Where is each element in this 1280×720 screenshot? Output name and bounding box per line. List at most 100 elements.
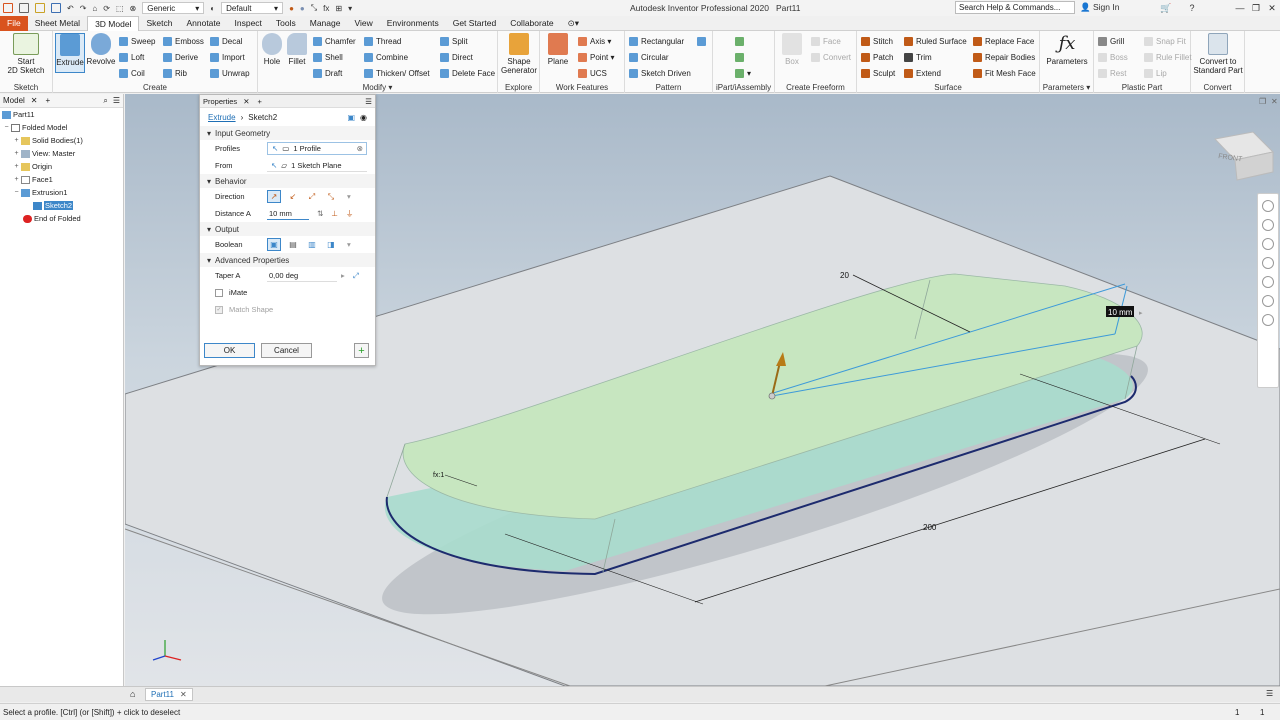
taper-input[interactable]: 0,00 deg xyxy=(267,269,337,282)
expand-icon[interactable]: + xyxy=(12,137,21,144)
section-output[interactable]: ▾ Output xyxy=(200,222,375,236)
distance-input[interactable]: 10 mm xyxy=(267,207,309,220)
view-face-icon[interactable] xyxy=(1262,276,1274,288)
tab-file[interactable]: File xyxy=(0,16,28,31)
save-icon[interactable] xyxy=(48,0,64,16)
steering-wheel-icon[interactable] xyxy=(1262,200,1274,212)
through-all-icon[interactable]: ⏚ xyxy=(346,208,354,219)
tree-item-solid-bodies[interactable]: + Solid Bodies(1) xyxy=(0,134,123,147)
input-arrow-icon[interactable]: ▸ xyxy=(1139,310,1143,317)
plane-button[interactable]: Plane xyxy=(544,33,572,66)
undo-icon[interactable]: ↶ xyxy=(64,0,77,16)
to-face-icon[interactable]: ⊥ xyxy=(331,209,338,218)
panel-label-parameters[interactable]: Parameters ▾ xyxy=(1040,83,1093,92)
tree-item-folded-model[interactable]: − Folded Model xyxy=(0,121,123,134)
rib-button[interactable]: Rib xyxy=(163,66,187,80)
color-icon[interactable]: ● xyxy=(286,0,297,16)
revolve-button[interactable]: Revolve xyxy=(86,33,116,66)
taper-arrow-icon[interactable]: ▸ xyxy=(341,271,345,280)
tree-item-sketch2[interactable]: Sketch2 xyxy=(0,199,123,212)
help-search-input[interactable]: Search Help & Commands... xyxy=(955,1,1075,14)
tab-collaborate[interactable]: Collaborate xyxy=(503,16,560,31)
properties-tab[interactable]: Properties xyxy=(203,97,237,106)
material-dropdown[interactable]: Generic ▾ xyxy=(142,2,205,14)
match-shape-checkbox[interactable]: ✓ xyxy=(215,305,223,314)
rest-button[interactable]: Rest xyxy=(1098,66,1126,80)
tab-sketch[interactable]: Sketch xyxy=(139,16,179,31)
ok-button[interactable]: OK xyxy=(204,343,255,358)
help-icon[interactable]: ? xyxy=(1184,0,1200,16)
sculpt-button[interactable]: Sculpt xyxy=(861,66,895,80)
grill-button[interactable]: Grill xyxy=(1098,34,1124,48)
tree-item-part[interactable]: Part11 xyxy=(0,108,123,121)
distance-options-icon[interactable]: ⇅ xyxy=(317,209,323,218)
distance-input-value[interactable]: 10 mm xyxy=(1108,308,1133,317)
measure-icon[interactable]: ⤡ xyxy=(308,0,320,16)
face-button[interactable]: Face xyxy=(811,34,841,48)
imate-checkbox[interactable] xyxy=(215,288,223,297)
doc-tab-part11[interactable]: Part11 ✕ xyxy=(145,688,193,701)
convert-freeform-button[interactable]: Convert xyxy=(811,50,851,64)
direction-default-button[interactable]: ↗ xyxy=(267,190,281,203)
ribbon-options-icon[interactable]: ⊙▾ xyxy=(561,16,586,31)
tab-3d-model[interactable]: 3D Model xyxy=(87,16,140,31)
tab-tools[interactable]: Tools xyxy=(269,16,303,31)
import-button[interactable]: Import xyxy=(210,50,245,64)
collapse-icon[interactable]: − xyxy=(2,124,11,131)
decal-button[interactable]: Decal xyxy=(210,34,242,48)
browser-tab-model[interactable]: Model xyxy=(3,96,25,105)
axis-button[interactable]: Axis ▾ xyxy=(578,34,611,48)
start-2d-sketch-button[interactable]: Start 2D Sketch xyxy=(4,33,48,75)
browser-search-icon[interactable]: ⌕ xyxy=(103,96,107,106)
look-at-icon[interactable] xyxy=(1262,314,1274,326)
boolean-more-icon[interactable]: ▾ xyxy=(347,240,351,249)
boolean-cut-button[interactable]: ▤ xyxy=(286,238,300,251)
section-advanced-properties[interactable]: ▾ Advanced Properties xyxy=(200,253,375,267)
sketch-driven-pattern-button[interactable]: Sketch Driven xyxy=(629,66,691,80)
select-icon[interactable]: ⬚ xyxy=(113,0,127,16)
close-window-icon[interactable]: ✕ xyxy=(1264,0,1280,16)
direction-symmetric-button[interactable]: ⤢ xyxy=(305,190,319,203)
fit-mesh-face-button[interactable]: Fit Mesh Face xyxy=(973,66,1036,80)
pan-icon[interactable] xyxy=(1262,219,1274,231)
ucs-button[interactable]: UCS xyxy=(578,66,607,80)
section-behavior[interactable]: ▾ Behavior xyxy=(200,174,375,188)
tab-manage[interactable]: Manage xyxy=(303,16,348,31)
fx-icon[interactable]: fx xyxy=(320,0,332,16)
tree-item-face1[interactable]: + Face1 xyxy=(0,173,123,186)
home-tab-icon[interactable]: ⌂ xyxy=(130,689,135,699)
draft-button[interactable]: Draft xyxy=(313,66,342,80)
hole-button[interactable]: Hole xyxy=(260,33,284,66)
extend-button[interactable]: Extend xyxy=(904,66,941,80)
profiles-selector[interactable]: ↖ ▭ 1 Profile ⊗ xyxy=(267,142,367,155)
tree-item-view-master[interactable]: + View: Master xyxy=(0,147,123,160)
clear-selection-icon[interactable]: ⊗ xyxy=(357,144,363,153)
browser-close-icon[interactable]: ✕ xyxy=(31,96,38,105)
visibility-eye-icon[interactable]: ◉ xyxy=(360,113,367,122)
repair-bodies-button[interactable]: Repair Bodies xyxy=(973,50,1035,64)
tab-inspect[interactable]: Inspect xyxy=(228,16,269,31)
from-selector[interactable]: ↖ ▱ 1 Sketch Plane xyxy=(267,159,367,172)
appearance-dropdown[interactable]: Default ▾ xyxy=(221,2,284,14)
boss-button[interactable]: Boss xyxy=(1098,50,1128,64)
section-input-geometry[interactable]: ▾ Input Geometry xyxy=(200,126,375,140)
circular-pattern-button[interactable]: Circular xyxy=(629,50,669,64)
sweep-button[interactable]: Sweep xyxy=(119,34,155,48)
direction-more-icon[interactable]: ▾ xyxy=(347,192,351,201)
boolean-join-button[interactable]: ▣ xyxy=(267,238,281,251)
properties-close-icon[interactable]: ✕ xyxy=(243,97,249,106)
zoom-all-icon[interactable] xyxy=(1262,295,1274,307)
command-name-link[interactable]: Extrude xyxy=(208,113,236,122)
convert-standard-part-button[interactable]: Convert to Standard Part xyxy=(1192,33,1244,75)
ipart-menu-button[interactable]: ▾ xyxy=(735,66,751,80)
fx-dimension-label[interactable]: fx:1 xyxy=(433,472,444,479)
browser-add-icon[interactable]: + xyxy=(46,96,51,105)
doc-tabs-menu-icon[interactable]: ☰ xyxy=(1266,689,1273,698)
thicken-offset-button[interactable]: Thicken/ Offset xyxy=(364,66,430,80)
zoom-icon[interactable] xyxy=(1262,238,1274,250)
coil-button[interactable]: Coil xyxy=(119,66,145,80)
replace-face-button[interactable]: Replace Face xyxy=(973,34,1034,48)
viewport-close-icon[interactable]: ✕ xyxy=(1271,97,1278,106)
shape-generator-button[interactable]: Shape Generator xyxy=(500,33,538,75)
redo-icon[interactable]: ↷ xyxy=(77,0,90,16)
